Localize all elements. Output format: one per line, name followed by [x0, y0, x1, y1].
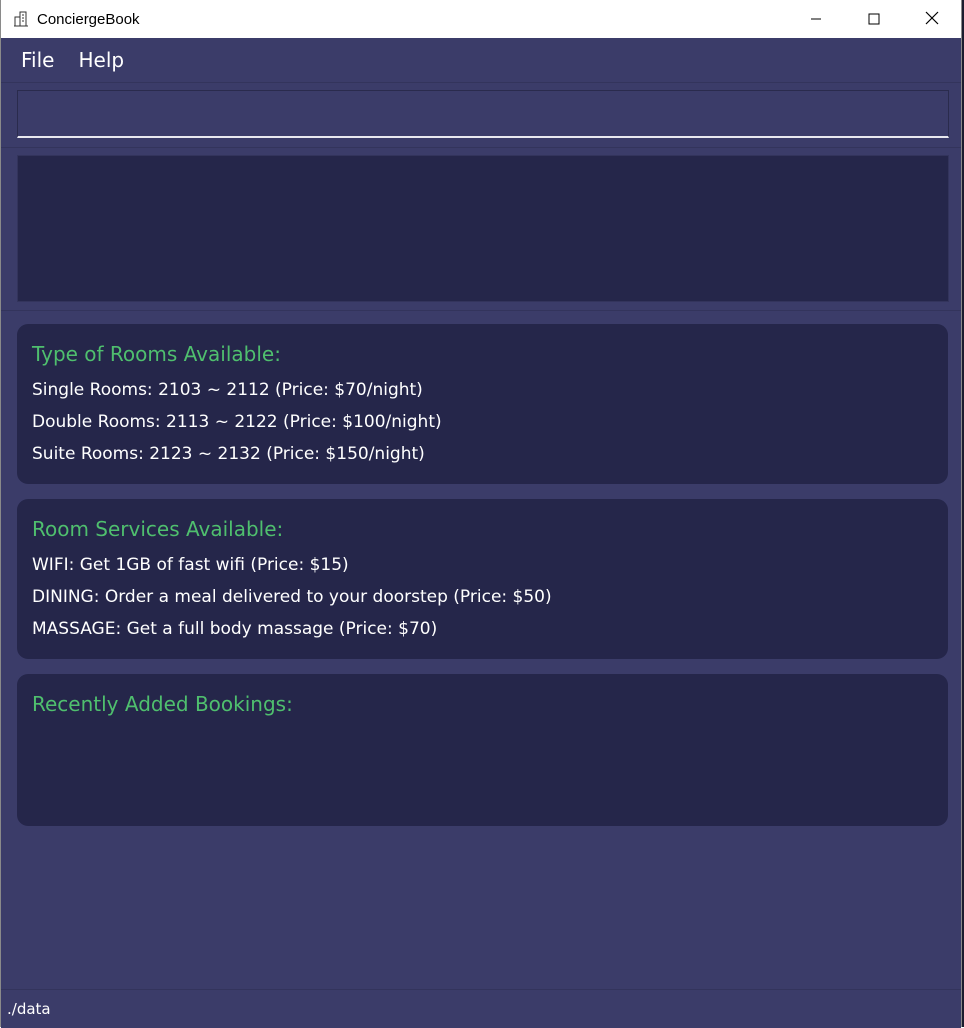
window-title: ConciergeBook	[37, 10, 140, 28]
command-input[interactable]	[17, 90, 949, 138]
status-bar: ./data	[1, 989, 961, 1028]
app-window: ConciergeBook File Help Type of Rooms Av…	[0, 0, 962, 1028]
close-icon	[925, 10, 939, 29]
service-line: MASSAGE: Get a full body massage (Price:…	[32, 619, 438, 639]
minimize-icon	[810, 10, 822, 29]
close-button[interactable]	[903, 0, 961, 38]
window-controls	[787, 0, 961, 38]
menu-bar: File Help	[1, 38, 961, 83]
minimize-button[interactable]	[787, 0, 845, 38]
service-line: WIFI: Get 1GB of fast wifi (Price: $15)	[32, 555, 349, 575]
command-box-area	[1, 83, 961, 148]
data-path-label: ./data	[7, 1000, 51, 1018]
result-display[interactable]	[17, 155, 949, 302]
maximize-button[interactable]	[845, 0, 903, 38]
rooms-panel-title: Type of Rooms Available:	[32, 342, 281, 366]
bookings-panel: Recently Added Bookings:	[17, 674, 948, 826]
room-type-line: Single Rooms: 2103 ~ 2112 (Price: $70/ni…	[32, 380, 423, 400]
services-panel: Room Services Available: WIFI: Get 1GB o…	[17, 499, 948, 659]
menu-help[interactable]: Help	[78, 48, 124, 72]
bookings-panel-title: Recently Added Bookings:	[32, 692, 293, 716]
maximize-icon	[868, 10, 880, 29]
room-type-line: Suite Rooms: 2123 ~ 2132 (Price: $150/ni…	[32, 444, 425, 464]
rooms-panel: Type of Rooms Available: Single Rooms: 2…	[17, 324, 948, 484]
menu-file[interactable]: File	[21, 48, 54, 72]
building-icon	[13, 11, 29, 27]
result-display-area	[1, 148, 961, 311]
title-bar[interactable]: ConciergeBook	[1, 0, 961, 38]
services-panel-title: Room Services Available:	[32, 517, 284, 541]
room-type-line: Double Rooms: 2113 ~ 2122 (Price: $100/n…	[32, 412, 442, 432]
service-line: DINING: Order a meal delivered to your d…	[32, 587, 552, 607]
